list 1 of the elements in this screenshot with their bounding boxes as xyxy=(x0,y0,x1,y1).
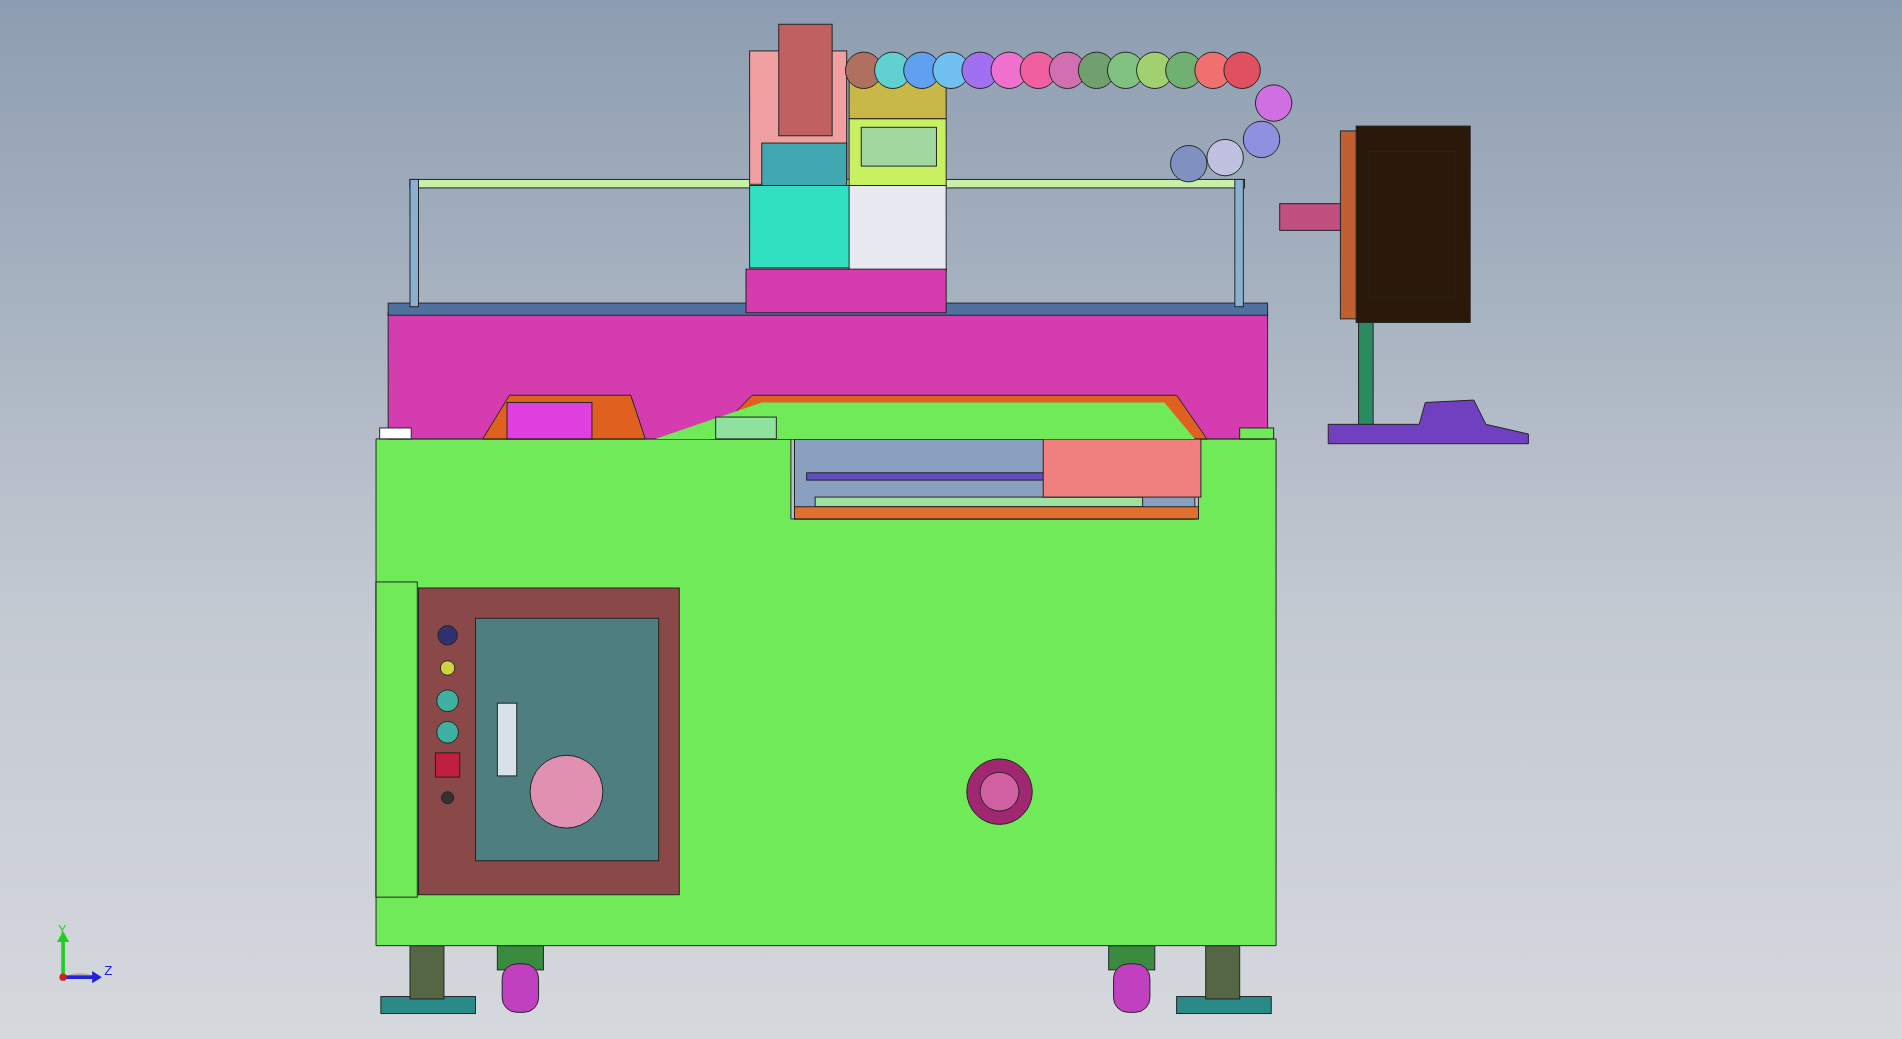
axis-label: Z xyxy=(104,962,113,978)
